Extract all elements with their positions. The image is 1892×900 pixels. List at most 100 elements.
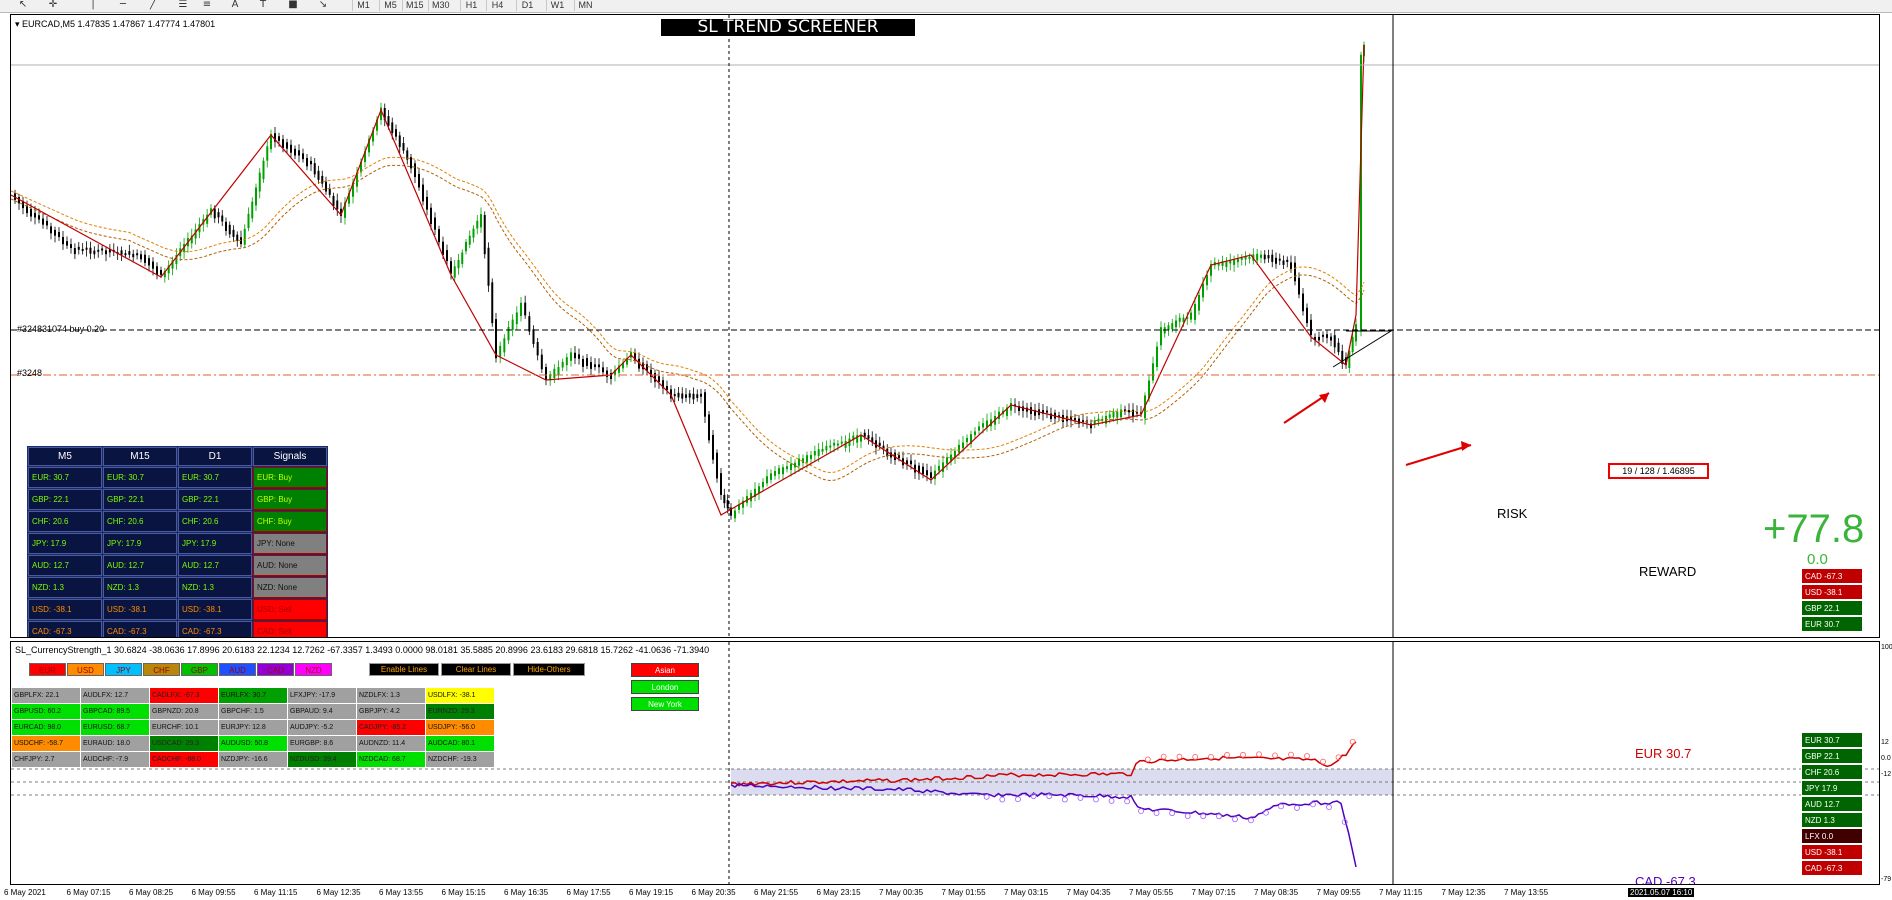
pair-cell: EURUSD: 68.7 (81, 720, 149, 735)
pair-cell: AUDLFX: 12.7 (81, 688, 149, 703)
signals-cell-m5: CAD: -67.3 (28, 621, 102, 637)
cad-marker (1153, 810, 1160, 817)
currency-strength-window[interactable]: SL_CurrencyStrength_1 30.6824 -38.0636 1… (10, 641, 1880, 885)
pair-cell: GBPAUD: 9.4 (288, 704, 356, 719)
timeframe-button-d1[interactable]: D1 (516, 0, 538, 11)
timeframe-button-m15[interactable]: M15 (402, 0, 427, 11)
candle-body (278, 136, 280, 141)
candle-body (132, 253, 135, 258)
indicator-info: SL_CurrencyStrength_1 30.6824 -38.0636 1… (15, 645, 710, 655)
candle-body (503, 338, 506, 353)
signals-cell-m5: NZD: 1.3 (28, 577, 102, 598)
fibonacci-icon[interactable]: ☰ (174, 0, 192, 12)
timeframe-button-w1[interactable]: W1 (546, 0, 568, 11)
time-tick-label: 6 May 13:55 (379, 888, 424, 897)
session-button-new-york[interactable]: New York (631, 697, 699, 711)
signals-cell-m15: NZD: 1.3 (103, 577, 177, 598)
candle-body (898, 455, 900, 459)
main-chart-window[interactable]: ▾ EURCAD,M5 1.47835 1.47867 1.47774 1.47… (10, 14, 1880, 638)
candle-body (495, 319, 497, 359)
session-button-asian[interactable]: Asian (631, 663, 699, 677)
strength-cell: GBP 22.1 (1801, 600, 1863, 616)
time-tick-label: 6 May 2021 (4, 888, 46, 897)
eur-marker (1208, 754, 1214, 760)
eur-marker (1240, 751, 1246, 758)
candle-body (465, 242, 467, 252)
candle-body (402, 143, 405, 151)
candle-body (217, 212, 220, 218)
time-tick-label: 7 May 03:15 (1004, 888, 1049, 897)
arrows-icon[interactable]: ↘ (314, 0, 332, 12)
currency-toggle-aud[interactable]: AUD (219, 663, 256, 676)
timeframe-button-m1[interactable]: M1 (352, 0, 374, 11)
candle-body (414, 163, 416, 178)
timeframe-button-h1[interactable]: H1 (460, 0, 482, 11)
signals-cell-m5: CHF: 20.6 (28, 511, 102, 532)
strength-cell: EUR 30.7 (1801, 616, 1863, 632)
session-button-london[interactable]: London (631, 680, 699, 694)
currency-toggle-eur[interactable]: EUR (29, 663, 66, 676)
candle-body (255, 187, 257, 206)
horizontal-line-icon[interactable]: ─ (114, 0, 132, 12)
zigzag-trend-line (11, 44, 1365, 516)
candle-body (42, 218, 44, 225)
candle-body (1318, 336, 1320, 341)
candle-body (430, 207, 432, 224)
pair-cell: NZDJPY: -16.6 (219, 752, 287, 767)
shapes-icon[interactable]: ■ (284, 0, 302, 12)
cad-marker (1124, 798, 1131, 805)
candle-body (1240, 257, 1243, 260)
candle-body (878, 442, 881, 446)
eur-marker (1320, 758, 1326, 765)
cad-strength-line (730, 782, 1357, 868)
cad-marker (1248, 817, 1254, 824)
candle-body (391, 122, 394, 134)
pair-cell: AUDCHF: -7.9 (81, 752, 149, 767)
crosshair-icon[interactable]: ✛ (44, 0, 62, 12)
pair-strength-grid: GBPLFX: 22.1 AUDLFX: 12.7 CADLFX: -67.3 EUR… (11, 687, 495, 768)
sub-axis-label: 12 (1881, 739, 1889, 746)
currency-toggle-cad[interactable]: CAD (257, 663, 294, 676)
trendline-icon[interactable]: ╱ (144, 0, 162, 12)
eur-marker (1256, 751, 1262, 758)
candle-body (557, 367, 560, 376)
candle-body (685, 394, 687, 398)
candle-body (144, 254, 146, 263)
label-icon[interactable]: T (254, 0, 272, 12)
text-icon[interactable]: A (226, 0, 244, 12)
signals-header-signals: Signals (253, 447, 327, 466)
clear-lines-button[interactable]: Clear Lines (441, 663, 511, 676)
cursor-icon[interactable]: ↖ (14, 0, 32, 12)
currency-toggle-gbp[interactable]: GBP (181, 663, 218, 676)
timeframe-button-m30[interactable]: M30 (428, 0, 453, 11)
signals-cell-m15: USD: -38.1 (103, 599, 177, 620)
timeframe-button-m5[interactable]: M5 (379, 0, 401, 11)
strength-cell: USD -38.1 (1801, 584, 1863, 600)
pair-cell: USDLFX: -38.1 (426, 688, 494, 703)
cad-marker (999, 796, 1006, 803)
enable-lines-button[interactable]: Enable Lines (369, 663, 439, 676)
currency-toggle-chf[interactable]: CHF (143, 663, 180, 676)
candle-body (395, 129, 397, 137)
cad-marker (1184, 813, 1191, 819)
currency-toggle-usd[interactable]: USD (67, 663, 104, 676)
candle-body (426, 196, 428, 210)
signals-cell-signal: EUR: Buy (253, 467, 327, 488)
currency-toggle-jpy[interactable]: JPY (105, 663, 142, 676)
hide-others-button[interactable]: Hide-Others (513, 663, 585, 676)
signals-cell-m15: GBP: 22.1 (103, 489, 177, 510)
cad-marker (983, 793, 990, 800)
timeframe-button-mn[interactable]: MN (574, 0, 596, 11)
candle-body (266, 146, 269, 161)
candle-body (93, 250, 96, 255)
currency-toggle-nzd[interactable]: NZD (295, 663, 332, 676)
pair-cell: GBPUSD: 60.2 (12, 704, 80, 719)
channel-icon[interactable]: ≡ (198, 0, 216, 12)
timeframe-button-h4[interactable]: H4 (486, 0, 508, 11)
vertical-line-icon[interactable]: │ (84, 0, 102, 12)
candle-body (540, 354, 543, 370)
candle-body (450, 261, 452, 274)
candle-body (532, 329, 535, 344)
candle-body (578, 354, 580, 359)
candle-body (1116, 411, 1119, 418)
